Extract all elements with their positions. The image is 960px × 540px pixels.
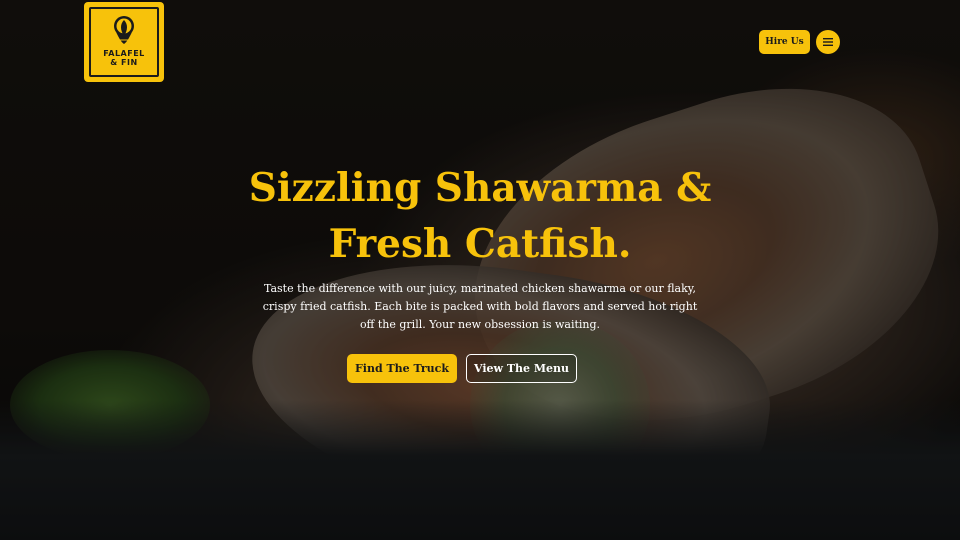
hero-title-line1: Sizzling Shawarma & <box>248 165 712 211</box>
logo-frame: FALAFEL & FIN <box>89 7 159 77</box>
brand-logo[interactable]: FALAFEL & FIN <box>84 2 164 82</box>
logo-text-line2: & FIN <box>110 58 138 67</box>
hamburger-icon <box>823 38 833 46</box>
hire-us-button[interactable]: Hire Us <box>759 30 810 54</box>
hero-subtitle: Taste the difference with our juicy, mar… <box>262 282 698 331</box>
hero-title: Sizzling Shawarma & Fresh Catfish. <box>180 160 780 272</box>
menu-button[interactable] <box>816 30 840 54</box>
logo-text: FALAFEL & FIN <box>103 49 145 67</box>
logo-fish-icon <box>114 16 134 44</box>
view-the-menu-button[interactable]: View The Menu <box>466 354 577 383</box>
hero-title-line2: Fresh Catfish. <box>328 221 632 267</box>
logo-text-line1: FALAFEL <box>103 49 145 58</box>
find-the-truck-button[interactable]: Find The Truck <box>347 354 457 383</box>
